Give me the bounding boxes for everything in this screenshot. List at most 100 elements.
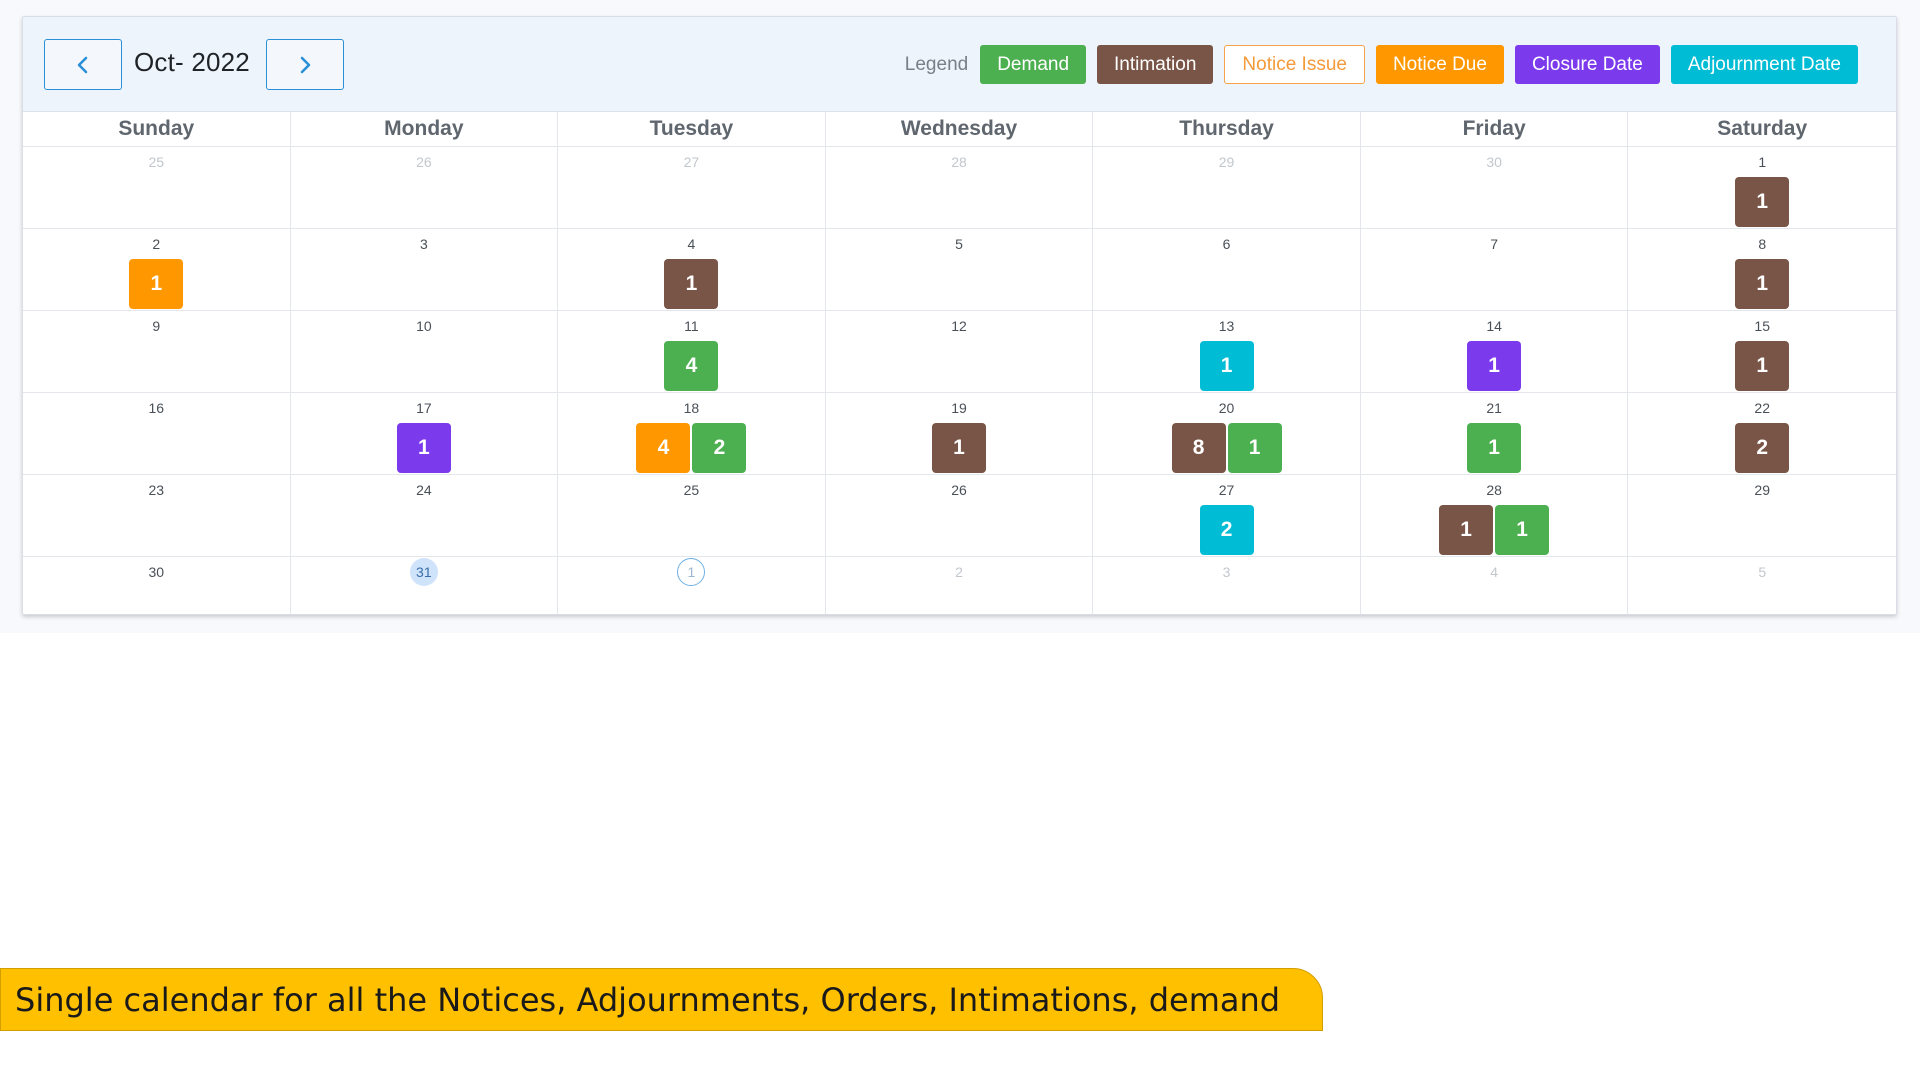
legend: Legend Demand Intimation Notice Issue No… xyxy=(905,45,1858,84)
day-cell[interactable]: 21 1 xyxy=(1360,393,1629,475)
event-badge-intimation[interactable]: 1 xyxy=(1735,177,1790,227)
day-cell[interactable]: 18 4 2 xyxy=(558,393,826,475)
weekday-monday: Monday xyxy=(291,112,559,146)
day-cell[interactable]: 23 xyxy=(23,475,291,557)
day-cell[interactable]: 5 xyxy=(825,229,1094,311)
day-cell[interactable]: 25 xyxy=(23,147,291,229)
day-number: 4 xyxy=(687,236,696,252)
day-cell[interactable]: 3 xyxy=(290,229,559,311)
day-cell[interactable]: 3 xyxy=(1093,557,1361,614)
day-cell[interactable]: 30 xyxy=(23,557,291,614)
event-badge-intimation[interactable]: 2 xyxy=(1735,423,1790,473)
day-cell[interactable]: 29 xyxy=(1628,475,1896,557)
event-badge-intimation[interactable]: 1 xyxy=(664,259,719,309)
day-cell[interactable]: 13 1 xyxy=(1093,311,1361,393)
day-cell[interactable]: 26 xyxy=(825,475,1094,557)
day-cell[interactable]: 81 xyxy=(1628,229,1896,311)
day-cell[interactable]: 28 1 1 xyxy=(1360,475,1629,557)
event-badge-closure-date[interactable]: 1 xyxy=(1467,341,1522,391)
day-number: 27 xyxy=(1218,482,1235,498)
day-number: 22 xyxy=(1754,400,1770,416)
event-badge-notice-due[interactable]: 4 xyxy=(636,423,691,473)
day-cell[interactable]: 9 xyxy=(23,311,291,393)
weekday-tuesday: Tuesday xyxy=(558,112,826,146)
day-cell[interactable]: 28 xyxy=(825,147,1094,229)
day-cell[interactable]: 19 1 xyxy=(825,393,1094,475)
day-cell[interactable]: 26 xyxy=(290,147,559,229)
caption-banner: Single calendar for all the Notices, Adj… xyxy=(0,968,1323,1031)
day-cell[interactable]: 2 xyxy=(826,557,1094,614)
day-cell[interactable]: 6 xyxy=(1093,229,1361,311)
day-cell[interactable]: 10 xyxy=(290,311,559,393)
event-badge-intimation[interactable]: 1 xyxy=(1439,505,1494,555)
day-number: 8 xyxy=(1758,236,1767,252)
day-cell[interactable]: 17 1 xyxy=(290,393,559,475)
day-cell[interactable]: 4 xyxy=(1361,557,1629,614)
legend-intimation[interactable]: Intimation xyxy=(1097,45,1214,84)
day-cell[interactable]: 20 8 1 xyxy=(1093,393,1361,475)
event-group: 1 xyxy=(1361,341,1628,391)
day-number: 3 xyxy=(419,236,428,252)
event-badge-demand[interactable]: 1 xyxy=(1495,505,1550,555)
day-cell[interactable]: 5 xyxy=(1628,557,1896,614)
event-badge-intimation[interactable]: 1 xyxy=(1735,259,1790,309)
legend-demand[interactable]: Demand xyxy=(980,45,1087,84)
day-number: 2 xyxy=(955,564,963,580)
day-number: 14 xyxy=(1486,318,1502,334)
next-month-button[interactable] xyxy=(266,39,344,90)
calendar-grid: 25 26 27 28 29 30 1 1 2 1 3 4 1 5 6 7 8 1 9 10 11 4 12 13 1 14 1 15… xyxy=(23,147,1896,614)
weekday-friday: Friday xyxy=(1361,112,1629,146)
legend-notice-due[interactable]: Notice Due xyxy=(1375,45,1504,84)
day-cell[interactable]: 30 xyxy=(1360,147,1629,229)
event-badge-intimation[interactable]: 1 xyxy=(931,423,986,473)
event-badge-demand[interactable]: 2 xyxy=(692,423,747,473)
event-group: 1 xyxy=(23,259,290,309)
event-badge-closure-date[interactable]: 1 xyxy=(396,423,451,473)
day-cell[interactable]: 27 2 xyxy=(1093,475,1361,557)
event-badge-demand[interactable]: 1 xyxy=(1227,423,1282,473)
day-number: 28 xyxy=(1486,482,1502,498)
day-cell[interactable]: 1 xyxy=(558,557,826,614)
today-date: 31 xyxy=(291,558,558,586)
day-number: 30 xyxy=(148,564,165,580)
chevron-left-icon xyxy=(77,56,88,73)
day-cell[interactable]: 11 4 xyxy=(558,311,826,393)
day-cell[interactable]: 21 xyxy=(23,229,291,311)
day-number: 12 xyxy=(951,318,967,334)
day-number: 26 xyxy=(416,154,432,170)
weekday-header: Sunday Monday Tuesday Wednesday Thursday… xyxy=(23,112,1896,147)
day-cell[interactable]: 7 xyxy=(1360,229,1629,311)
day-cell[interactable]: 12 xyxy=(825,311,1094,393)
legend-adjournment-date[interactable]: Adjournment Date xyxy=(1670,45,1858,84)
day-number: 27 xyxy=(683,154,700,170)
event-badge-intimation[interactable]: 8 xyxy=(1171,423,1226,473)
event-badge-demand[interactable]: 1 xyxy=(1467,423,1522,473)
day-number: 11 xyxy=(684,318,699,334)
day-number: 17 xyxy=(416,400,432,416)
legend-closure-date[interactable]: Closure Date xyxy=(1514,45,1660,84)
day-cell[interactable]: 41 xyxy=(558,229,826,311)
event-badge-intimation[interactable]: 1 xyxy=(1735,341,1790,391)
prev-month-button[interactable] xyxy=(44,39,122,90)
day-cell[interactable]: 15 1 xyxy=(1628,311,1896,393)
event-badge-notice-due[interactable]: 1 xyxy=(129,259,184,309)
day-cell[interactable]: 11 xyxy=(1628,147,1896,229)
day-number: 6 xyxy=(1222,236,1231,252)
day-cell[interactable]: 27 xyxy=(558,147,826,229)
day-cell[interactable]: 16 xyxy=(23,393,291,475)
legend-notice-issue[interactable]: Notice Issue xyxy=(1224,45,1365,84)
day-cell[interactable]: 24 xyxy=(290,475,559,557)
event-badge-adjournment-date[interactable]: 2 xyxy=(1199,505,1254,555)
event-group: 2 xyxy=(1093,505,1360,555)
day-number: 25 xyxy=(148,154,165,170)
day-cell[interactable]: 14 1 xyxy=(1360,311,1629,393)
day-cell[interactable]: 25 xyxy=(558,475,826,557)
day-cell[interactable]: 31 xyxy=(291,557,559,614)
day-cell[interactable]: 22 2 xyxy=(1628,393,1896,475)
weekday-wednesday: Wednesday xyxy=(826,112,1094,146)
day-cell[interactable]: 29 xyxy=(1093,147,1361,229)
event-group: 1 xyxy=(1628,341,1896,391)
day-number: 18 xyxy=(683,400,700,416)
event-badge-demand[interactable]: 4 xyxy=(664,341,719,391)
event-badge-adjournment-date[interactable]: 1 xyxy=(1199,341,1254,391)
